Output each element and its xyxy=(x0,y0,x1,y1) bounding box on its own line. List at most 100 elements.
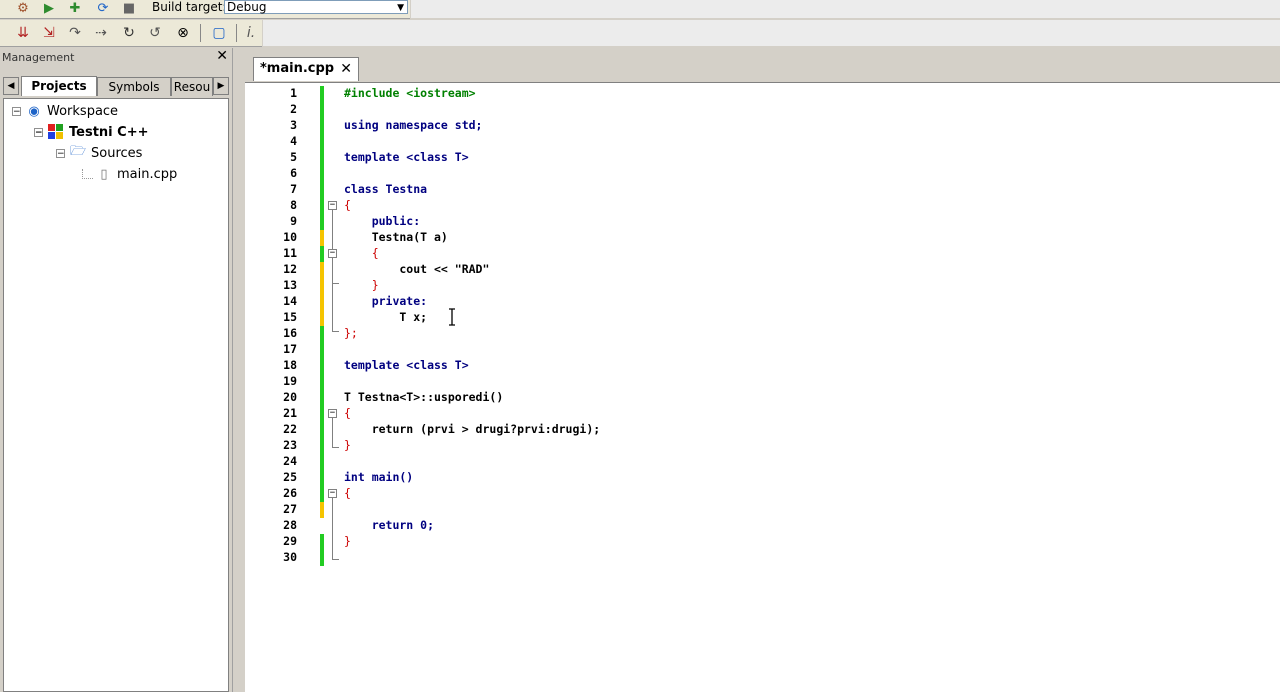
tab-label: *main.cpp xyxy=(260,61,335,76)
build-target-select[interactable]: Debug ▼ xyxy=(224,0,408,14)
fold-collapse-icon[interactable]: − xyxy=(328,409,337,418)
tab-symbols[interactable]: Symbols xyxy=(97,77,171,96)
code-line: int main() xyxy=(344,470,414,484)
line-number: 26 xyxy=(283,486,297,500)
build-target-value: Debug xyxy=(227,0,267,14)
code-line: template <class T> xyxy=(344,150,469,164)
close-icon[interactable]: ✕ xyxy=(216,48,228,64)
line-number: 8 xyxy=(290,198,297,212)
code-line: }; xyxy=(344,326,358,340)
line-number: 25 xyxy=(283,470,297,484)
line-number: 23 xyxy=(283,438,297,452)
toolbar-empty-area xyxy=(263,20,1280,46)
code-line: using namespace std; xyxy=(344,118,483,132)
line-number: 14 xyxy=(283,294,297,308)
file-label: main.cpp xyxy=(117,166,178,182)
fold-end xyxy=(332,283,339,284)
abort-icon[interactable]: ■ xyxy=(120,0,138,16)
debugger-toolbar: ⇊ ⇲ ↷ ⇢ ↻ ↺ ⊗ ▢ i. xyxy=(0,20,262,47)
build-gear-icon[interactable]: ⚙ xyxy=(14,0,32,16)
fold-line xyxy=(332,210,333,331)
info-icon[interactable]: i. xyxy=(240,24,262,42)
tree-connector xyxy=(82,169,93,179)
line-number: 7 xyxy=(290,182,297,196)
line-number: 11 xyxy=(283,246,297,260)
collapse-icon[interactable]: − xyxy=(56,148,65,158)
line-number: 3 xyxy=(290,118,297,132)
management-panel: Management ✕ ◀ Projects Symbols Resou ▶ … xyxy=(0,48,232,692)
change-bar-unsaved xyxy=(320,230,324,246)
code-line: public: xyxy=(344,214,421,228)
tree-node-workspace[interactable]: − ◉ Workspace xyxy=(12,102,118,120)
line-number: 13 xyxy=(283,278,297,292)
close-icon[interactable]: ✕ xyxy=(340,58,352,80)
code-line: return 0; xyxy=(344,518,435,532)
code-line: { xyxy=(344,246,379,260)
line-number: 28 xyxy=(283,518,297,532)
project-tree: − ◉ Workspace − Testni C++ − 🗁 Sources ▯… xyxy=(3,98,229,692)
panel-splitter[interactable] xyxy=(232,48,246,692)
code-line: return (prvi > drugi?prvi:drugi); xyxy=(344,422,601,436)
fold-line xyxy=(332,418,333,447)
rebuild-icon[interactable]: ⟳ xyxy=(94,0,112,16)
change-bar-none xyxy=(320,518,324,534)
tree-node-project[interactable]: − Testni C++ xyxy=(34,123,148,141)
toolbar-separator xyxy=(200,24,201,42)
next-instruction-icon[interactable]: ⇢ xyxy=(90,24,112,42)
stop-debugger-icon[interactable]: ⊗ xyxy=(172,24,194,42)
line-number: 15 xyxy=(283,310,297,324)
fold-collapse-icon[interactable]: − xyxy=(328,201,337,210)
code-line: { xyxy=(344,486,351,500)
change-bar-saved xyxy=(320,326,324,502)
tab-scroll-left-icon[interactable]: ◀ xyxy=(3,77,19,95)
line-number: 5 xyxy=(290,150,297,164)
build-and-run-icon[interactable]: ✚ xyxy=(66,0,84,16)
fold-end xyxy=(332,447,339,448)
toolbar-empty-area xyxy=(411,0,1280,18)
tree-node-sources[interactable]: − 🗁 Sources xyxy=(56,144,142,162)
run-to-cursor-icon[interactable]: ⇲ xyxy=(38,24,60,42)
tab-main-cpp[interactable]: *main.cpp ✕ xyxy=(253,57,359,81)
editor-tabbar: *main.cpp ✕ xyxy=(245,48,1280,83)
code-line: Testna(T a) xyxy=(344,230,448,244)
code-line: T Testna<T>::usporedi() xyxy=(344,390,504,404)
fold-end xyxy=(332,559,339,560)
build-target-label: Build target: xyxy=(152,0,227,14)
line-number: 20 xyxy=(283,390,297,404)
line-number: 21 xyxy=(283,406,297,420)
line-number: 16 xyxy=(283,326,297,340)
management-tabs: ◀ Projects Symbols Resou ▶ xyxy=(3,76,229,96)
fold-collapse-icon[interactable]: − xyxy=(328,489,337,498)
tab-projects[interactable]: Projects xyxy=(21,76,97,96)
line-number: 18 xyxy=(283,358,297,372)
change-bar-unsaved xyxy=(320,502,324,518)
fold-line xyxy=(332,498,333,559)
code-line: } xyxy=(344,438,351,452)
tab-scroll-right-icon[interactable]: ▶ xyxy=(213,77,229,95)
code-line: T x; xyxy=(344,310,428,324)
step-out-icon[interactable]: ↺ xyxy=(144,24,166,42)
next-line-icon[interactable]: ↷ xyxy=(64,24,86,42)
change-bar-saved xyxy=(320,534,324,566)
file-icon: ▯ xyxy=(100,166,108,182)
line-number: 27 xyxy=(283,502,297,516)
code-editor[interactable]: 1 2 3 4 5 6 7 8 9 10 11 12 13 14 15 16 1… xyxy=(245,83,1280,692)
fold-collapse-icon[interactable]: − xyxy=(328,249,337,258)
collapse-icon[interactable]: − xyxy=(12,106,21,116)
line-number: 2 xyxy=(290,102,297,116)
chevron-down-icon: ▼ xyxy=(397,3,404,13)
change-bar-saved xyxy=(320,246,324,262)
tree-node-file[interactable]: ▯ main.cpp xyxy=(82,165,177,183)
line-number: 24 xyxy=(283,454,297,468)
step-into-icon[interactable]: ↻ xyxy=(118,24,140,42)
sources-label: Sources xyxy=(91,145,143,161)
code-line: } xyxy=(344,278,379,292)
tab-resources[interactable]: Resou xyxy=(171,77,213,96)
code-line-edited: cout << "RAD" xyxy=(344,262,490,276)
collapse-icon[interactable]: − xyxy=(34,127,43,137)
code-line: class Testna xyxy=(344,182,428,196)
debug-start-icon[interactable]: ⇊ xyxy=(12,24,34,42)
run-icon[interactable]: ▶ xyxy=(40,0,58,16)
code-line: private: xyxy=(344,294,428,308)
debug-windows-icon[interactable]: ▢ xyxy=(208,24,230,42)
